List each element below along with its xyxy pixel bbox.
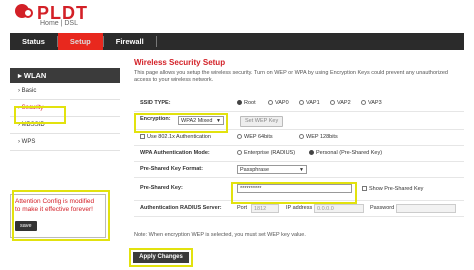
wpa-auth-row: WPA Authentication Mode: Enterprise (RAD…: [134, 146, 464, 162]
radio-icon: [361, 100, 366, 106]
ssid-option-vap3[interactable]: VAP3: [361, 100, 382, 106]
checkbox-icon: [362, 186, 367, 192]
sidebar-item-basic[interactable]: › Basic: [10, 83, 120, 100]
psk-row: Pre-Shared Key: ********** Show Pre-Shar…: [134, 178, 464, 201]
top-navbar: Status Setup Firewall: [10, 33, 464, 50]
tab-firewall[interactable]: Firewall: [104, 33, 156, 50]
radio-icon: [237, 100, 242, 106]
wep-64-option[interactable]: WEP 64bits: [237, 134, 273, 140]
page-title: Wireless Security Setup: [134, 58, 226, 67]
sidebar-item-security[interactable]: › Security: [10, 100, 120, 117]
encryption-label: Encryption:: [140, 116, 171, 122]
checkbox-icon: [140, 134, 145, 140]
nav-divider: [155, 36, 157, 47]
psk-input[interactable]: **********: [237, 184, 352, 193]
save-button[interactable]: save: [15, 221, 37, 231]
radio-icon: [309, 150, 314, 156]
psk-label: Pre-Shared Key:: [140, 185, 183, 191]
wep-note: Note: When encryption WEP is selected, y…: [134, 232, 306, 238]
main-content: Wireless Security Setup This page allows…: [134, 58, 464, 84]
tab-status[interactable]: Status: [10, 33, 57, 50]
ssid-option-vap2[interactable]: VAP2: [330, 100, 351, 106]
set-wep-key-button[interactable]: Set WEP Key: [240, 116, 284, 127]
wpa-auth-label: WPA Authentication Mode:: [140, 150, 210, 156]
ssid-option-vap0[interactable]: VAP0: [268, 100, 289, 106]
wpa-enterprise-option[interactable]: Enterprise (RADIUS): [237, 150, 295, 156]
tab-setup[interactable]: Setup: [57, 33, 103, 50]
radio-icon: [237, 150, 242, 156]
sidebar-title[interactable]: ▸ WLAN: [10, 68, 120, 83]
auth-8021x-row: Use 802.1x Authentication WEP 64bits WEP…: [134, 130, 464, 146]
sidebar: ▸ WLAN › Basic › Security › MBSSID › WPS: [10, 68, 120, 151]
ssid-option-root[interactable]: Root: [237, 100, 256, 106]
port-label: Port: [237, 205, 248, 211]
psk-format-label: Pre-Shared Key Format:: [140, 166, 203, 172]
chevron-down-icon: ▼: [216, 118, 221, 124]
show-psk-checkbox[interactable]: Show Pre-Shared Key: [362, 186, 423, 192]
encryption-select[interactable]: WPA2 Mixed ▼: [178, 116, 224, 125]
wpa-personal-option[interactable]: Personal (Pre-Shared Key): [309, 150, 382, 156]
radio-icon: [330, 100, 335, 106]
psk-format-row: Pre-Shared Key Format: Passphrase ▼: [134, 162, 464, 178]
password-label: Password: [370, 205, 395, 211]
psk-format-select[interactable]: Passphrase ▼: [237, 165, 307, 174]
encryption-row: Encryption: WPA2 Mixed ▼ Set WEP Key: [134, 112, 464, 130]
attention-text: Attention Config is modified to make it …: [15, 198, 95, 213]
wep-128-option[interactable]: WEP 128bits: [299, 134, 338, 140]
chevron-down-icon: ▼: [299, 167, 304, 173]
use-8021x-checkbox[interactable]: Use 802.1x Authentication: [140, 134, 211, 140]
brand-subtitle: Home | DSL: [40, 20, 78, 27]
security-form: SSID TYPE: Root VAP0 VAP1 VAP2 VAP3 Encr…: [134, 96, 464, 217]
ip-address-label: IP address: [286, 205, 313, 211]
attention-box: Attention Config is modified to make it …: [10, 194, 106, 238]
radio-icon: [268, 100, 273, 106]
sidebar-item-mbssid[interactable]: › MBSSID: [10, 117, 120, 134]
ssid-type-label: SSID TYPE:: [140, 100, 171, 106]
page-description: This page allows you setup the wireless …: [134, 70, 448, 83]
ssid-type-row: SSID TYPE: Root VAP0 VAP1 VAP2 VAP3: [134, 96, 464, 112]
password-input[interactable]: [396, 204, 456, 213]
radius-row: Authentication RADIUS Server: Port 1812 …: [134, 201, 464, 217]
header: PLDT Home | DSL: [0, 0, 474, 32]
apply-changes-button[interactable]: Apply Changes: [133, 252, 189, 263]
pldt-logo-icon: [14, 3, 36, 23]
sidebar-item-wps[interactable]: › WPS: [10, 134, 120, 151]
radio-icon: [299, 100, 304, 106]
radius-label: Authentication RADIUS Server:: [140, 205, 222, 211]
ssid-option-vap1[interactable]: VAP1: [299, 100, 320, 106]
port-input[interactable]: 1812: [251, 204, 279, 213]
radio-icon: [237, 134, 242, 140]
radio-icon: [299, 134, 304, 140]
ip-address-input[interactable]: 0.0.0.0: [314, 204, 364, 213]
